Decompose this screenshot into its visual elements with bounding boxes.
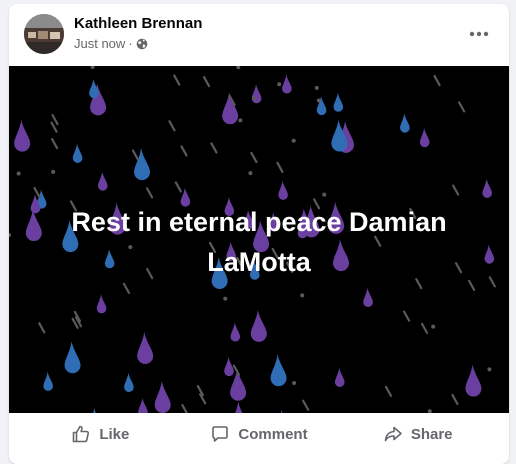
post-card: Kathleen Brennan Just now · Rest in eter…: [9, 4, 509, 464]
rain-drop: [270, 354, 287, 387]
rain-drop: [363, 287, 373, 307]
post-actions: Like Comment Share: [21, 414, 497, 454]
rain-drop: [97, 171, 108, 191]
rain-drop: [137, 332, 154, 365]
post-image[interactable]: Rest in eternal peace Damian LaMotta: [9, 66, 509, 413]
post-timestamp[interactable]: Just now: [74, 36, 125, 51]
author-name[interactable]: Kathleen Brennan: [74, 15, 202, 32]
share-button[interactable]: Share: [338, 414, 497, 454]
rain-dot: [322, 192, 327, 197]
rain-drop: [43, 371, 53, 391]
rain-drop: [333, 92, 344, 112]
rain-streak: [168, 120, 176, 132]
rain-streak: [452, 184, 460, 196]
rain-dot: [248, 171, 253, 176]
rain-drop: [465, 364, 482, 397]
rain-drop: [482, 178, 492, 198]
rain-dot: [431, 324, 436, 329]
rain-dot: [16, 171, 21, 176]
rain-streak: [302, 399, 310, 411]
thumbs-up-icon: [73, 425, 90, 443]
rain-streak: [250, 151, 258, 164]
rain-drop: [235, 401, 243, 413]
rain-drop: [96, 294, 107, 314]
comment-button[interactable]: Comment: [180, 414, 339, 454]
rain-streak: [174, 181, 182, 193]
comment-icon: [212, 426, 229, 442]
rain-dot: [314, 85, 319, 90]
rain-streak: [433, 74, 441, 87]
rain-drop: [251, 84, 262, 104]
rain-streak: [180, 145, 188, 157]
rain-streak: [488, 276, 496, 288]
rain-dot: [51, 169, 56, 174]
rain-dot: [238, 118, 243, 123]
rain-dot: [487, 367, 492, 372]
post-header: Kathleen Brennan Just now ·: [9, 4, 509, 66]
rain-streak: [451, 393, 459, 406]
more-horizontal-icon: [469, 31, 489, 37]
rain-drop: [64, 341, 81, 374]
rain-streak: [181, 404, 189, 413]
rain-drop: [250, 309, 267, 342]
rain-streak: [145, 187, 154, 199]
rain-drop: [138, 397, 148, 413]
globe-icon: [136, 38, 148, 50]
rain-dot: [90, 66, 95, 70]
meta-separator: ·: [128, 36, 133, 51]
rain-streak: [202, 75, 211, 88]
rain-drop: [334, 367, 345, 387]
rain-dot: [291, 138, 296, 143]
rain-drop: [134, 148, 151, 181]
rain-streak: [468, 279, 476, 291]
rain-dot: [223, 296, 228, 301]
rain-drop: [280, 409, 283, 413]
rain-streak: [458, 101, 466, 113]
rain-drop: [278, 180, 288, 200]
rain-drop: [154, 380, 171, 413]
like-button[interactable]: Like: [21, 414, 180, 454]
rain-drop: [93, 408, 96, 413]
comment-label: Comment: [238, 425, 308, 443]
post-meta: Just now ·: [74, 36, 148, 51]
rain-streak: [420, 322, 429, 334]
rain-dot: [9, 233, 12, 238]
rain-drop: [230, 322, 241, 342]
rain-dot: [316, 98, 321, 103]
rain-dot: [300, 293, 305, 298]
more-options-button[interactable]: [461, 16, 497, 52]
rain-streak: [50, 137, 59, 150]
share-label: Share: [410, 425, 453, 443]
share-icon: [384, 426, 402, 442]
rain-streak: [50, 121, 58, 133]
rain-dot: [252, 96, 257, 101]
like-label: Like: [99, 425, 130, 443]
rain-drop: [419, 127, 430, 148]
author-avatar[interactable]: [24, 14, 64, 54]
rain-drop: [72, 143, 83, 163]
rain-drop: [14, 119, 31, 152]
rain-streak: [384, 385, 393, 397]
rain-streak: [122, 282, 131, 295]
rain-drop: [224, 356, 234, 377]
rain-dot: [292, 381, 297, 386]
rain-streak: [131, 149, 140, 161]
rain-dot: [427, 409, 432, 413]
rain-streak: [51, 114, 59, 126]
rain-drop: [124, 372, 134, 392]
rain-streak: [210, 142, 218, 154]
rain-streak: [173, 74, 181, 86]
post-image-text: Rest in eternal peace Damian LaMotta: [71, 207, 447, 277]
rain-dot: [236, 66, 241, 70]
rain-streak: [276, 161, 284, 173]
rain-drop: [282, 74, 292, 94]
rain-dot: [277, 82, 282, 87]
rain-streak: [402, 310, 411, 322]
rain-drop: [400, 113, 410, 133]
rain-streak: [38, 322, 46, 334]
